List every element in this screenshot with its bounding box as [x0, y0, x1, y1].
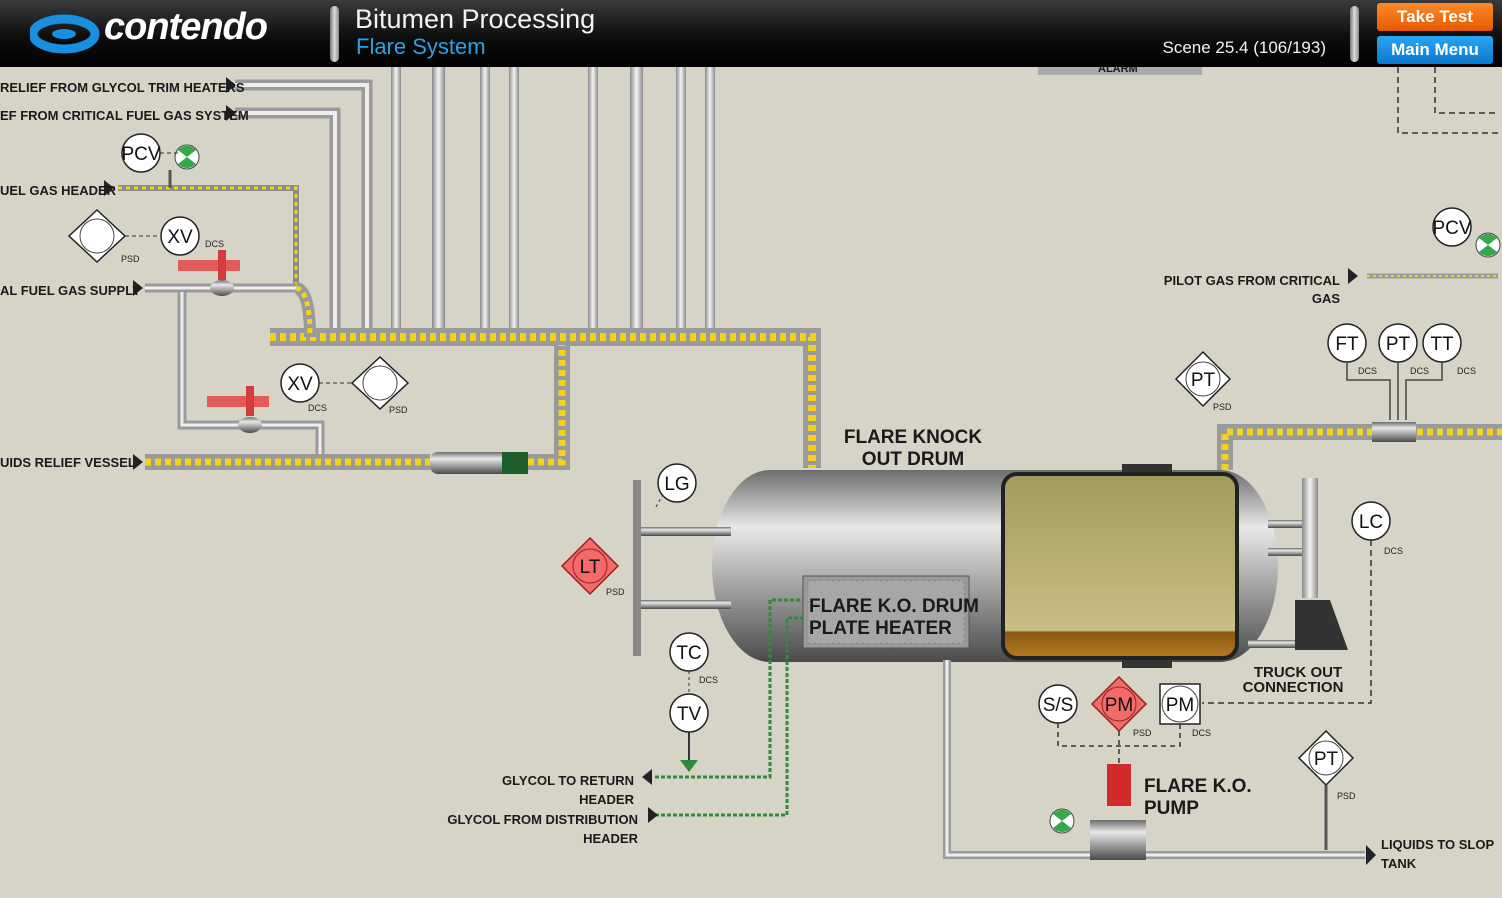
svg-text:PSD: PSD [1213, 402, 1232, 412]
glycol-return-label-2: HEADER [579, 792, 635, 807]
instrument-pm-alarm[interactable]: PM [1090, 675, 1148, 733]
contendo-logo-icon [30, 14, 100, 54]
svg-text:TC: TC [676, 643, 701, 664]
instrument-ss[interactable]: S/S [1038, 684, 1078, 724]
svg-text:PSD: PSD [606, 587, 625, 597]
svg-text:PSD: PSD [389, 405, 408, 415]
take-test-button[interactable]: Take Test [1377, 3, 1493, 31]
instrument-pt-right[interactable]: PT [1378, 323, 1418, 363]
svg-text:DCS: DCS [1192, 728, 1211, 738]
svg-text:PM: PM [1166, 695, 1195, 716]
instrument-lc[interactable]: LC [1351, 501, 1391, 541]
svg-text:PT: PT [1386, 334, 1411, 355]
instrument-tt[interactable]: TT [1422, 323, 1462, 363]
flare-ko-pump[interactable] [1090, 820, 1146, 860]
pump-label-2: PUMP [1144, 798, 1199, 819]
svg-text:PSD: PSD [1337, 791, 1356, 801]
svg-text:LG: LG [664, 474, 689, 495]
instrument-tc[interactable]: TC [669, 632, 709, 672]
pilot-gas-label-1: PILOT GAS FROM CRITICAL [1164, 273, 1340, 288]
button-divider [1350, 6, 1359, 62]
plate-heater-label-1: FLARE K.O. DRUM [809, 596, 979, 617]
psd-diamond-bottom[interactable] [350, 355, 410, 411]
instrument-tv[interactable]: TV [669, 693, 709, 733]
fuel-gas-supply-label: AL FUEL GAS SUPPLY [0, 283, 141, 298]
page-subtitle: Flare System [356, 34, 486, 59]
instrument-xv-top[interactable]: XV [160, 216, 200, 256]
glycol-from-label-1: GLYCOL FROM DISTRIBUTION [447, 812, 638, 827]
svg-text:LT: LT [580, 557, 601, 578]
svg-text:PT: PT [1191, 370, 1216, 391]
xv-bottom-actuator[interactable] [207, 396, 269, 407]
instrument-pcv-left[interactable]: PCV [121, 133, 161, 173]
psd-diamond-top[interactable] [67, 208, 127, 264]
gauge-icon [1475, 232, 1501, 258]
instrument-pm-dcs[interactable]: PM [1159, 683, 1201, 725]
knock-out-label-1: FLARE KNOCK [844, 427, 983, 448]
svg-text:PCV: PCV [1432, 218, 1471, 239]
svg-text:PT: PT [1314, 749, 1339, 770]
vertical-relief-pipes [391, 67, 715, 332]
svg-text:DCS: DCS [1358, 366, 1377, 376]
instrument-lg[interactable]: LG [657, 463, 697, 503]
svg-text:TT: TT [1430, 334, 1454, 355]
gauge-icon [174, 144, 200, 170]
top-bar: contendo Bitumen Processing Flare System… [0, 0, 1502, 67]
fuel-gas-header-label: UEL GAS HEADER [0, 183, 117, 198]
svg-text:PCV: PCV [121, 144, 160, 165]
knock-out-label-2: OUT DRUM [862, 449, 964, 470]
relief-critical-label: EF FROM CRITICAL FUEL GAS SYSTEM [0, 108, 249, 123]
svg-text:XV: XV [167, 227, 193, 248]
alarm-label: ALARM [1098, 67, 1138, 75]
slop-label-1: LIQUIDS TO SLOP [1381, 837, 1494, 852]
instrument-pt-slop[interactable]: PT [1297, 729, 1355, 787]
flare-system-diagram: ALARM RELIEF FROM GLYCOL TRIM HEATERS EF… [0, 67, 1502, 871]
liquids-relief-label: UIDS RELIEF VESSEL [0, 455, 136, 470]
glycol-from-label-2: HEADER [583, 831, 639, 846]
svg-text:LC: LC [1359, 512, 1383, 533]
instrument-xv-bottom[interactable]: XV [280, 363, 320, 403]
svg-text:DCS: DCS [1384, 546, 1403, 556]
scene-counter: Scene 25.4 (106/193) [1162, 38, 1326, 57]
svg-text:PSD: PSD [1133, 728, 1152, 738]
pump-label-1: FLARE K.O. [1144, 776, 1252, 797]
svg-text:DCS: DCS [205, 239, 224, 249]
svg-text:DCS: DCS [699, 675, 718, 685]
plate-heater-label-2: PLATE HEATER [809, 618, 952, 639]
instrument-ft[interactable]: FT [1327, 323, 1367, 363]
slop-label-2: TANK [1381, 856, 1417, 871]
svg-text:TV: TV [677, 704, 702, 725]
svg-text:DCS: DCS [1457, 366, 1476, 376]
title-divider [330, 6, 339, 62]
svg-text:S/S: S/S [1043, 695, 1074, 716]
svg-text:PM: PM [1105, 695, 1134, 716]
svg-text:DCS: DCS [308, 403, 327, 413]
truck-out-label-2: CONNECTION [1243, 679, 1344, 696]
main-menu-button[interactable]: Main Menu [1377, 36, 1493, 64]
pump-motor[interactable] [1107, 764, 1131, 806]
truck-connection-icon [1295, 600, 1348, 650]
page-title: Bitumen Processing [355, 4, 596, 34]
relief-glycol-label: RELIEF FROM GLYCOL TRIM HEATERS [0, 80, 245, 95]
xv-top-actuator[interactable] [178, 260, 240, 271]
pilot-gas-label-2: GAS [1312, 291, 1341, 306]
brand-name: contendo [104, 6, 268, 48]
instrument-pt-mid[interactable]: PT [1174, 350, 1232, 408]
flare-knock-out-drum[interactable] [712, 464, 1278, 668]
glycol-return-label-1: GLYCOL TO RETURN [502, 773, 634, 788]
instrument-lt-alarm[interactable]: LT [560, 536, 620, 596]
instrument-pcv-right[interactable]: PCV [1432, 207, 1472, 247]
gauge-icon [1049, 808, 1075, 834]
svg-text:XV: XV [287, 374, 313, 395]
svg-text:FT: FT [1335, 334, 1359, 355]
svg-text:PSD: PSD [121, 254, 140, 264]
svg-text:DCS: DCS [1410, 366, 1429, 376]
